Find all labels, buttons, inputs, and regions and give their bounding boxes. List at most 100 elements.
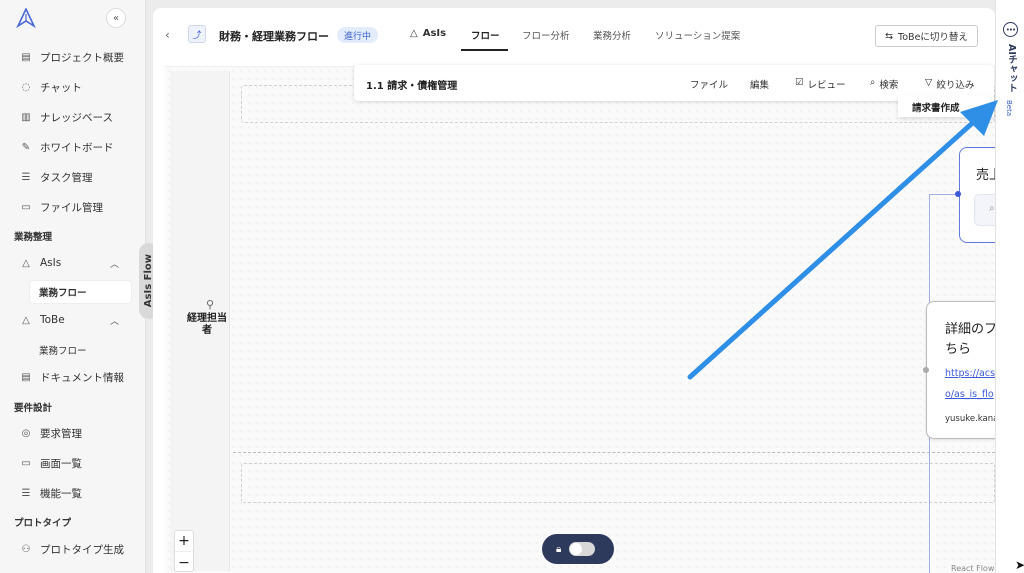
sidebar-item-project-overview[interactable]: ▤ プロジェクト概要 [20, 46, 124, 68]
triangle-icon: △ [22, 257, 30, 269]
list-icon: ☰ [21, 171, 31, 183]
triangle-icon: △ [22, 314, 30, 326]
section-prototype: プロトタイプ [14, 518, 72, 529]
document-icon: ▤ [21, 371, 31, 383]
node-link[interactable]: o/as_is_flo [945, 389, 994, 400]
tab-flow-analysis[interactable]: フロー分析 [522, 28, 570, 42]
node-owner: yusuke.kana [945, 414, 995, 424]
sidebar-item-label: ToBe [40, 314, 65, 326]
folder-icon: ▭ [21, 201, 31, 213]
zoom-in-button[interactable]: + [175, 531, 193, 552]
book-icon: ▥ [21, 111, 31, 123]
sidebar-item-knowledge-base[interactable]: ▥ ナレッジベース [20, 106, 113, 128]
lane-name: 経理担当者 [187, 313, 227, 336]
search-icon: ⌕ [870, 77, 876, 88]
sidebar-item-tobe[interactable]: △ ToBe [20, 309, 65, 331]
status-badge: 進行中 [337, 27, 379, 43]
lane-divider [233, 452, 995, 453]
sidebar-item-screens[interactable]: ▭ 画面一覧 [20, 452, 82, 474]
chevron-up-icon[interactable]: ︿ [110, 257, 119, 270]
swap-icon: ⇆ [885, 30, 894, 42]
sidebar-item-document-info[interactable]: ▤ ドキュメント情報 [20, 366, 124, 388]
sidebar-item-label: 要求管理 [40, 427, 82, 440]
sidebar-item-asis-business-flow[interactable]: 業務フロー [30, 281, 131, 303]
tab-flow[interactable]: フロー [471, 28, 500, 42]
active-tab-underline [461, 49, 508, 51]
chat-icon[interactable]: ••• [1003, 22, 1018, 37]
search-icon: ⌕ [989, 203, 995, 214]
asis-label: △ AsIs [410, 28, 447, 39]
menu-review[interactable]: ☑ レビュー [795, 77, 846, 91]
node-search-box[interactable]: ⌕ [974, 194, 995, 226]
flow-node-sales[interactable]: 売上 ⌕ [959, 147, 995, 243]
zoom-out-button[interactable]: − [175, 552, 193, 573]
lock-toggle[interactable]: 🔒︎ [542, 534, 614, 564]
sidebar-item-functions[interactable]: ☰ 機能一覧 [20, 482, 82, 504]
triangle-icon: △ [410, 28, 418, 39]
toolbar-title: 1.1 請求・債権管理 [366, 81, 458, 92]
tab-solution-proposal[interactable]: ソリューション提案 [655, 28, 740, 42]
sidebar-item-label: ナレッジベース [40, 111, 113, 124]
sidebar-item-file-management[interactable]: ▭ ファイル管理 [20, 196, 103, 218]
list-icon: ☰ [21, 487, 31, 499]
lock-switch[interactable] [569, 542, 596, 556]
sidebar-item-label: プロトタイプ生成 [40, 543, 124, 556]
mouse-cursor-icon: ➤ [1015, 558, 1024, 572]
collapse-sidebar-button[interactable]: « [106, 8, 126, 28]
monitor-icon: ▭ [21, 457, 31, 469]
node-handle[interactable] [955, 191, 961, 197]
chat-icon: ◌ [21, 81, 31, 93]
flow-canvas[interactable]: ⚲ 経理担当者 [165, 66, 995, 573]
switch-to-tobe-button[interactable]: ⇆ ToBeに切り替え [875, 25, 978, 47]
sidebar-item-chat[interactable]: ◌ チャット [20, 76, 82, 98]
sidebar-item-label: AsIs [40, 257, 62, 269]
filter-icon: ▽ [925, 77, 933, 88]
sidebar-item-tobe-business-flow[interactable]: 業務フロー [39, 343, 87, 357]
menu-edit[interactable]: 編集 [750, 77, 769, 91]
sidebar-item-requirements[interactable]: ◎ 要求管理 [20, 422, 82, 444]
checkbox-icon: ☑ [795, 77, 804, 88]
zoom-controls: + − [174, 530, 194, 572]
react-flow-attribution[interactable]: React Flow [951, 564, 994, 573]
clipboard-icon: ▤ [21, 51, 31, 63]
shapes-icon: ⚇ [21, 543, 31, 555]
menu-search[interactable]: ⌕ 検索 [870, 77, 898, 91]
sidebar-item-label: ファイル管理 [40, 201, 103, 214]
sidebar-item-task-management[interactable]: ☰ タスク管理 [20, 166, 93, 188]
user-icon: ⚲ [206, 298, 215, 311]
sidebar-item-label: プロジェクト概要 [40, 51, 124, 64]
section-requirements: 要件設計 [14, 403, 53, 414]
tab-business-analysis[interactable]: 業務分析 [593, 28, 631, 42]
lane-bottom-box [241, 463, 995, 503]
target-icon: ◎ [21, 427, 31, 439]
flow-node-detail[interactable]: 詳細のフ ちら https://acs o/as_is_flo yusuke.ka… [926, 301, 995, 439]
sidebar-item-prototype-gen[interactable]: ⚇ プロトタイプ生成 [20, 538, 124, 560]
back-chevron-icon[interactable]: ‹ [165, 28, 170, 42]
sidebar-item-asis[interactable]: △ AsIs [20, 252, 61, 274]
main-panel: ‹ ⤴ 財務・経理業務フロー 進行中 △ AsIs フロー フロー分析 業務分析… [153, 8, 995, 573]
chevron-up-icon[interactable]: ︿ [110, 314, 119, 327]
menu-filter[interactable]: ▽ 絞り込み [925, 77, 974, 91]
section-business: 業務整理 [14, 232, 53, 243]
dropdown-item-create-invoice[interactable]: 請求書作成 [898, 95, 994, 117]
pen-icon: ✎ [21, 141, 31, 153]
sidebar-item-whiteboard[interactable]: ✎ ホワイトボード [20, 136, 114, 158]
sidebar-item-label: 画面一覧 [40, 457, 82, 470]
sidebar: « ▤ プロジェクト概要 ◌ チャット ▥ ナレッジベース ✎ ホワイトボード … [0, 0, 146, 573]
menu-file[interactable]: ファイル [690, 77, 728, 91]
sidebar-item-label: ホワイトボード [40, 141, 114, 154]
node-handle[interactable] [923, 367, 929, 373]
node-link[interactable]: https://acs [945, 368, 995, 379]
beta-badge: Beta [1005, 100, 1013, 117]
lock-icon: 🔒︎ [556, 543, 562, 555]
ai-chat-tab[interactable]: AIチャット [1004, 44, 1018, 93]
right-panel: ••• AIチャット Beta [995, 0, 1024, 573]
app-logo[interactable] [16, 8, 36, 28]
flow-edge[interactable] [929, 194, 955, 195]
sidebar-item-label: タスク管理 [40, 171, 93, 184]
sidebar-item-label: 機能一覧 [40, 487, 82, 500]
sidebar-item-label: チャット [40, 81, 82, 94]
flow-icon: ⤴ [188, 25, 206, 43]
sidebar-item-label: ドキュメント情報 [40, 371, 124, 384]
page-title: 財務・経理業務フロー [219, 30, 329, 43]
